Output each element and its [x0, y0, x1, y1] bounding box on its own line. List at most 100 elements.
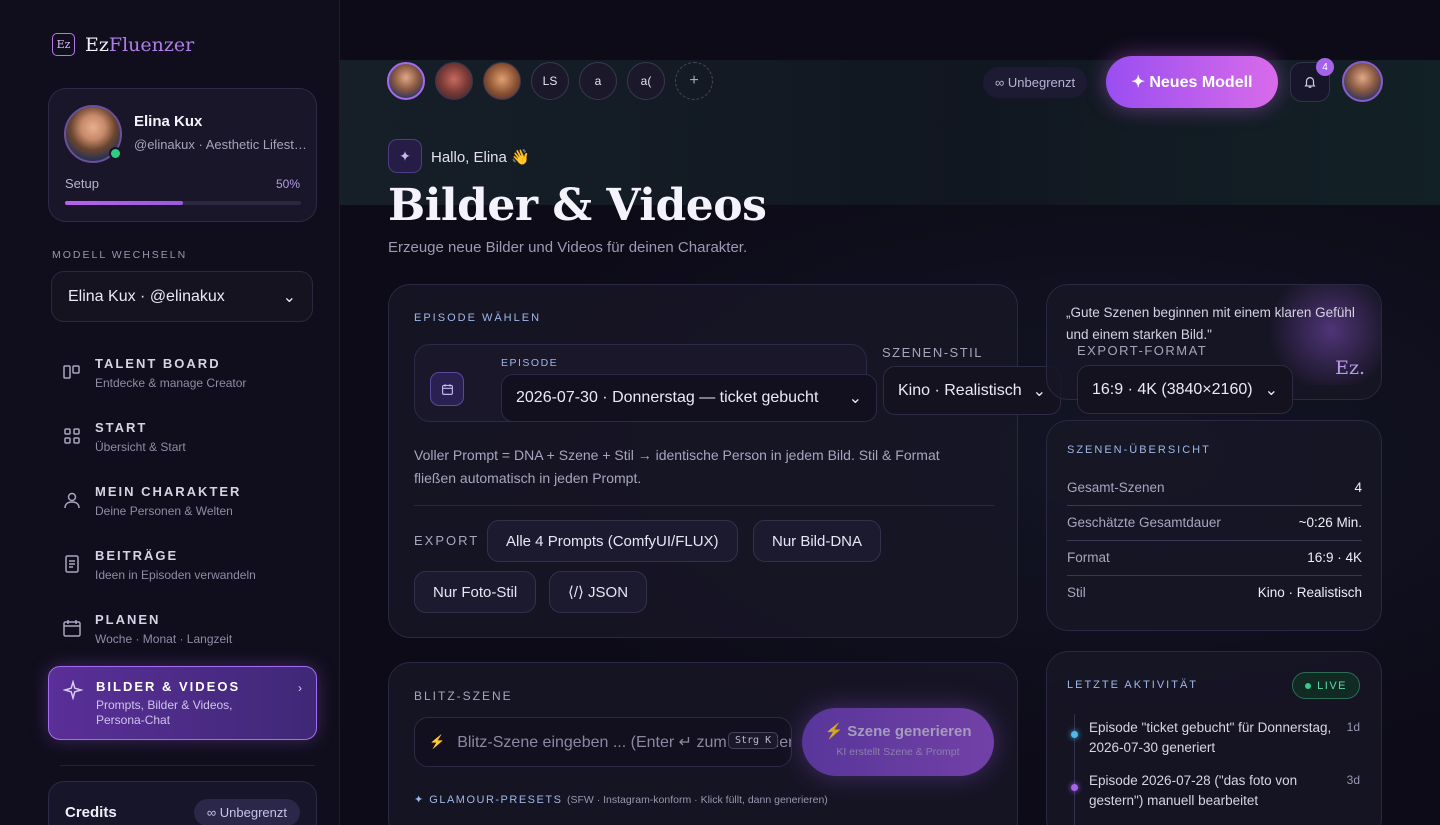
model-avatar[interactable]: a	[579, 62, 617, 100]
calendar-icon	[430, 372, 464, 406]
episode-card: EPISODE WÄHLEN EPISODE 2026-07-30 · Donn…	[388, 284, 1061, 638]
grid-icon	[62, 426, 82, 446]
credits-label: Credits	[65, 804, 117, 821]
generate-scene-button[interactable]: ⚡ Szene generieren KI erstellt Szene & P…	[802, 708, 994, 776]
sparkle-icon	[62, 679, 84, 701]
credits-card[interactable]: Credits ∞ Unbegrenzt	[48, 781, 317, 825]
new-model-button[interactable]: ✦ Neues Modell	[1106, 56, 1278, 108]
sidebar: Ez EzFluenzer Elina Kux @elinakux · Aest…	[0, 0, 340, 825]
model-avatar[interactable]: LS	[531, 62, 569, 100]
page-title: Bilder & Videos	[388, 180, 767, 231]
logo-badge: Ez	[52, 33, 75, 56]
model-avatar[interactable]	[435, 62, 473, 100]
presets-note: (SFW · Instagram-konform · Klick füllt, …	[566, 794, 828, 806]
nav-title: MEIN CHARAKTER	[95, 484, 242, 499]
divider	[414, 505, 994, 506]
nav-subtitle: Entdecke & manage Creator	[95, 376, 247, 390]
scene-style-select[interactable]: Kino · Realistisch ⌄	[883, 366, 1061, 415]
divider	[60, 765, 315, 766]
overview-row: Format 16:9 · 4K	[1067, 550, 1362, 576]
overview-row: Geschätzte Gesamtdauer ~0:26 Min.	[1067, 515, 1362, 541]
nav-subtitle: Deine Personen & Welten	[95, 504, 233, 518]
nav-item-bilder-videos[interactable]: BILDER & VIDEOS Prompts, Bilder & Videos…	[48, 666, 317, 740]
nav-title: START	[95, 420, 148, 435]
board-icon	[62, 362, 82, 382]
user-icon	[62, 490, 82, 510]
activity-time: 3d	[1346, 773, 1360, 787]
export-format-value: 16:9 · 4K (3840×2160)	[1092, 380, 1253, 398]
export-json-button[interactable]: ⟨/⟩ JSON	[549, 571, 648, 613]
nav-title: BEITRÄGE	[95, 548, 179, 563]
unlimited-badge: ∞ Unbegrenzt	[983, 67, 1088, 98]
episode-picker: EPISODE 2026-07-30 · Donnerstag — ticket…	[414, 344, 877, 422]
presets-title: ✦ GLAMOUR-PRESETS	[414, 794, 563, 806]
blitz-label: BLITZ-SZENE	[414, 689, 513, 703]
chevron-right-icon: ›	[298, 681, 302, 695]
live-badge: LIVE	[1292, 672, 1360, 699]
episode-card-label: EPISODE WÄHLEN	[414, 312, 542, 324]
episode-select[interactable]: 2026-07-30 · Donnerstag — ticket gebucht…	[501, 374, 877, 422]
setup-progress-bar	[65, 201, 301, 205]
overview-row: Stil Kino · Realistisch	[1067, 585, 1362, 610]
glamour-presets-label: ✦ GLAMOUR-PRESETS (SFW · Instagram-konfo…	[414, 793, 828, 806]
export-format-select[interactable]: 16:9 · 4K (3840×2160) ⌄	[1077, 365, 1293, 414]
credits-badge: ∞ Unbegrenzt	[193, 799, 300, 825]
profile-handle: @elinakux · Aesthetic Lifestyle	[134, 137, 309, 152]
add-model-button[interactable]: +	[675, 62, 713, 100]
nav-subtitle: Übersicht & Start	[95, 440, 186, 454]
nav-subtitle: Woche · Monat · Langzeit	[95, 632, 233, 646]
model-switch-label: MODELL WECHSELN	[52, 249, 188, 261]
profile-name: Elina Kux	[134, 113, 203, 130]
logo-accent: Fluenzer	[108, 33, 195, 56]
activity-item[interactable]: Episode 2026-07-28 ("das foto von gester…	[1089, 771, 1339, 811]
overview-label: SZENEN-ÜBERSICHT	[1067, 444, 1211, 456]
bell-icon	[1304, 77, 1316, 88]
generate-scene-label: ⚡ Szene generieren	[824, 723, 972, 740]
logo-text: EzFluenzer	[85, 34, 194, 56]
overview-value: 16:9 · 4K	[1307, 550, 1362, 565]
export-photo-style-button[interactable]: Nur Foto-Stil	[414, 571, 537, 613]
generate-scene-sub: KI erstellt Szene & Prompt	[836, 746, 960, 758]
activity-item[interactable]: Episode "ticket gebucht" für Donnerstag,…	[1089, 718, 1339, 758]
chevron-down-icon: ⌄	[282, 288, 296, 306]
model-avatar-bar: LS a a( +	[387, 62, 713, 100]
nav-item-start[interactable]: START Übersicht & Start	[48, 414, 317, 474]
overview-key: Geschätzte Gesamtdauer	[1067, 515, 1221, 530]
nav-item-planen[interactable]: PLANEN Woche · Monat · Langzeit	[48, 606, 317, 666]
quote-text: „Gute Szenen beginnen mit einem klaren G…	[1066, 305, 1355, 342]
calendar-icon	[62, 618, 82, 638]
blitz-scene-card: BLITZ-SZENE ⚡ Blitz-Szene eingeben ... (…	[388, 662, 1018, 825]
greeting: Hallo, Elina 👋	[431, 149, 530, 166]
chevron-down-icon: ⌄	[848, 390, 862, 407]
export-format-label: EXPORT-FORMAT	[1077, 343, 1208, 358]
overview-value: ~0:26 Min.	[1298, 515, 1362, 530]
model-select[interactable]: Elina Kux · @elinakux ⌄	[51, 271, 313, 322]
nav-item-mein-charakter[interactable]: MEIN CHARAKTER Deine Personen & Welten	[48, 478, 317, 538]
online-status-indicator	[109, 147, 122, 160]
episode-description: Voller Prompt = DNA + Szene + Stil → ide…	[414, 447, 940, 486]
nav-subtitle: Prompts, Bilder & Videos, Persona-Chat	[96, 698, 233, 727]
export-all-prompts-button[interactable]: Alle 4 Prompts (ComfyUI/FLUX)	[487, 520, 738, 562]
setup-progress-fill	[65, 201, 183, 205]
episode-label: EPISODE	[501, 357, 559, 369]
overview-value: 4	[1354, 480, 1362, 495]
scene-style-label: SZENEN-STIL	[882, 345, 984, 360]
profile-card[interactable]: Elina Kux @elinakux · Aesthetic Lifestyl…	[48, 88, 317, 222]
scene-overview-card: SZENEN-ÜBERSICHT Gesamt-Szenen 4 Geschätz…	[1046, 420, 1382, 631]
quote-mark: Ez.	[1335, 357, 1365, 379]
live-label: LIVE	[1317, 679, 1347, 692]
timeline-dot	[1071, 731, 1078, 738]
notification-count-badge: 4	[1316, 58, 1334, 76]
activity-label: LETZTE AKTIVITÄT	[1067, 679, 1199, 691]
overview-value: Kino · Realistisch	[1257, 585, 1362, 600]
chevron-down-icon: ⌄	[1264, 381, 1278, 399]
model-avatar[interactable]	[387, 62, 425, 100]
model-avatar[interactable]	[483, 62, 521, 100]
user-avatar[interactable]	[1342, 61, 1383, 102]
nav-item-beitraege[interactable]: BEITRÄGE Ideen in Episoden verwandeln	[48, 542, 317, 602]
nav-item-talent-board[interactable]: TALENT BOARD Entdecke & manage Creator	[48, 350, 317, 410]
logo[interactable]: Ez EzFluenzer	[52, 33, 194, 56]
export-image-dna-button[interactable]: Nur Bild-DNA	[753, 520, 882, 562]
model-avatar[interactable]: a(	[627, 62, 665, 100]
overview-row: Gesamt-Szenen 4	[1067, 480, 1362, 506]
